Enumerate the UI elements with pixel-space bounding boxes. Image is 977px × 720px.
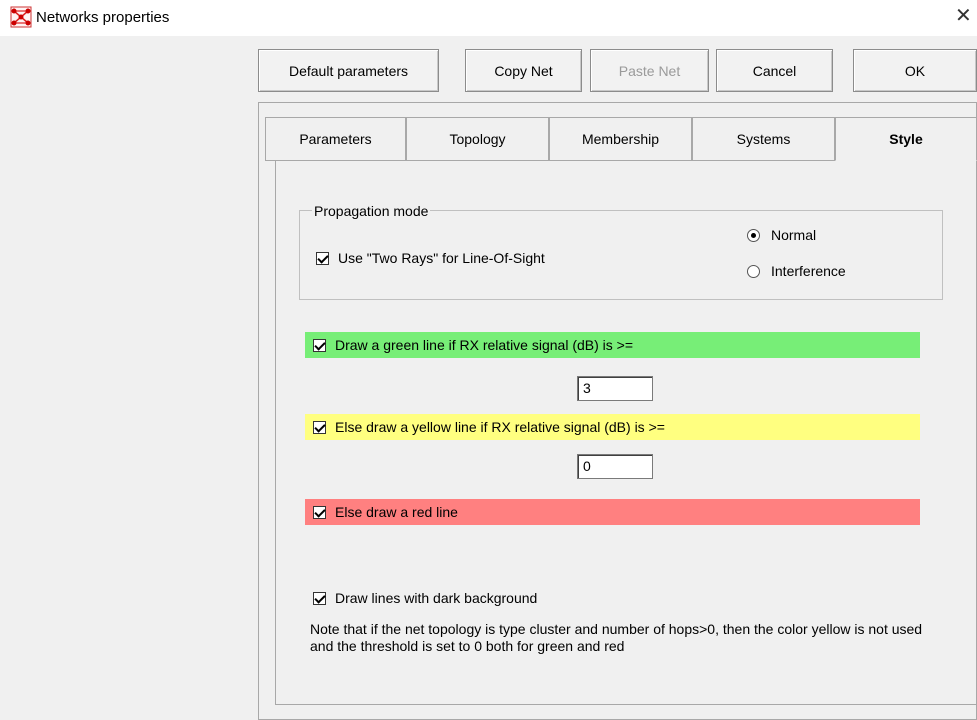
ok-button[interactable]: OK <box>853 49 977 92</box>
title-bar: Networks properties ✕ <box>0 0 977 36</box>
radio-interference-row[interactable]: Interference <box>747 263 846 279</box>
two-rays-label: Use "Two Rays" for Line-Of-Sight <box>338 250 545 266</box>
radio-normal-row[interactable]: Normal <box>747 227 816 243</box>
propagation-mode-legend: Propagation mode <box>312 203 431 219</box>
green-line-checkbox[interactable] <box>313 338 326 352</box>
default-parameters-button[interactable]: Default parameters <box>258 49 439 92</box>
close-button[interactable]: ✕ <box>955 6 972 26</box>
radio-normal-label: Normal <box>771 227 817 243</box>
radio-interference-label: Interference <box>771 263 846 279</box>
tab-systems[interactable]: Systems <box>692 117 835 161</box>
green-line-label: Draw a green line if RX relative signal … <box>335 337 634 353</box>
radio-normal[interactable] <box>747 228 760 242</box>
tab-membership[interactable]: Membership <box>549 117 692 161</box>
dark-background-row[interactable]: Draw lines with dark background <box>313 590 537 606</box>
yellow-threshold-input[interactable]: 0 <box>577 454 653 479</box>
tab-parameters[interactable]: Parameters <box>265 117 406 161</box>
red-line-band: Else draw a red line <box>305 499 920 525</box>
network-app-icon <box>10 6 32 28</box>
dark-background-label: Draw lines with dark background <box>335 590 538 606</box>
cancel-button[interactable]: Cancel <box>716 49 833 92</box>
paste-net-button: Paste Net <box>590 49 709 92</box>
green-line-band: Draw a green line if RX relative signal … <box>305 332 920 358</box>
dark-background-checkbox[interactable] <box>313 591 326 605</box>
topology-note: Note that if the net topology is type cl… <box>310 621 923 654</box>
two-rays-checkbox[interactable] <box>316 251 329 265</box>
yellow-line-label: Else draw a yellow line if RX relative s… <box>335 419 665 435</box>
yellow-line-checkbox[interactable] <box>313 420 326 434</box>
green-threshold-input[interactable]: 3 <box>577 376 653 401</box>
tab-style[interactable]: Style <box>835 117 977 161</box>
two-rays-checkbox-row[interactable]: Use "Two Rays" for Line-Of-Sight <box>316 250 545 266</box>
radio-interference[interactable] <box>747 264 760 278</box>
copy-net-button[interactable]: Copy Net <box>465 49 582 92</box>
red-line-label: Else draw a red line <box>335 504 458 520</box>
window-title: Networks properties <box>36 9 170 26</box>
yellow-line-band: Else draw a yellow line if RX relative s… <box>305 414 920 440</box>
tab-topology[interactable]: Topology <box>406 117 549 161</box>
red-line-checkbox[interactable] <box>313 505 326 519</box>
